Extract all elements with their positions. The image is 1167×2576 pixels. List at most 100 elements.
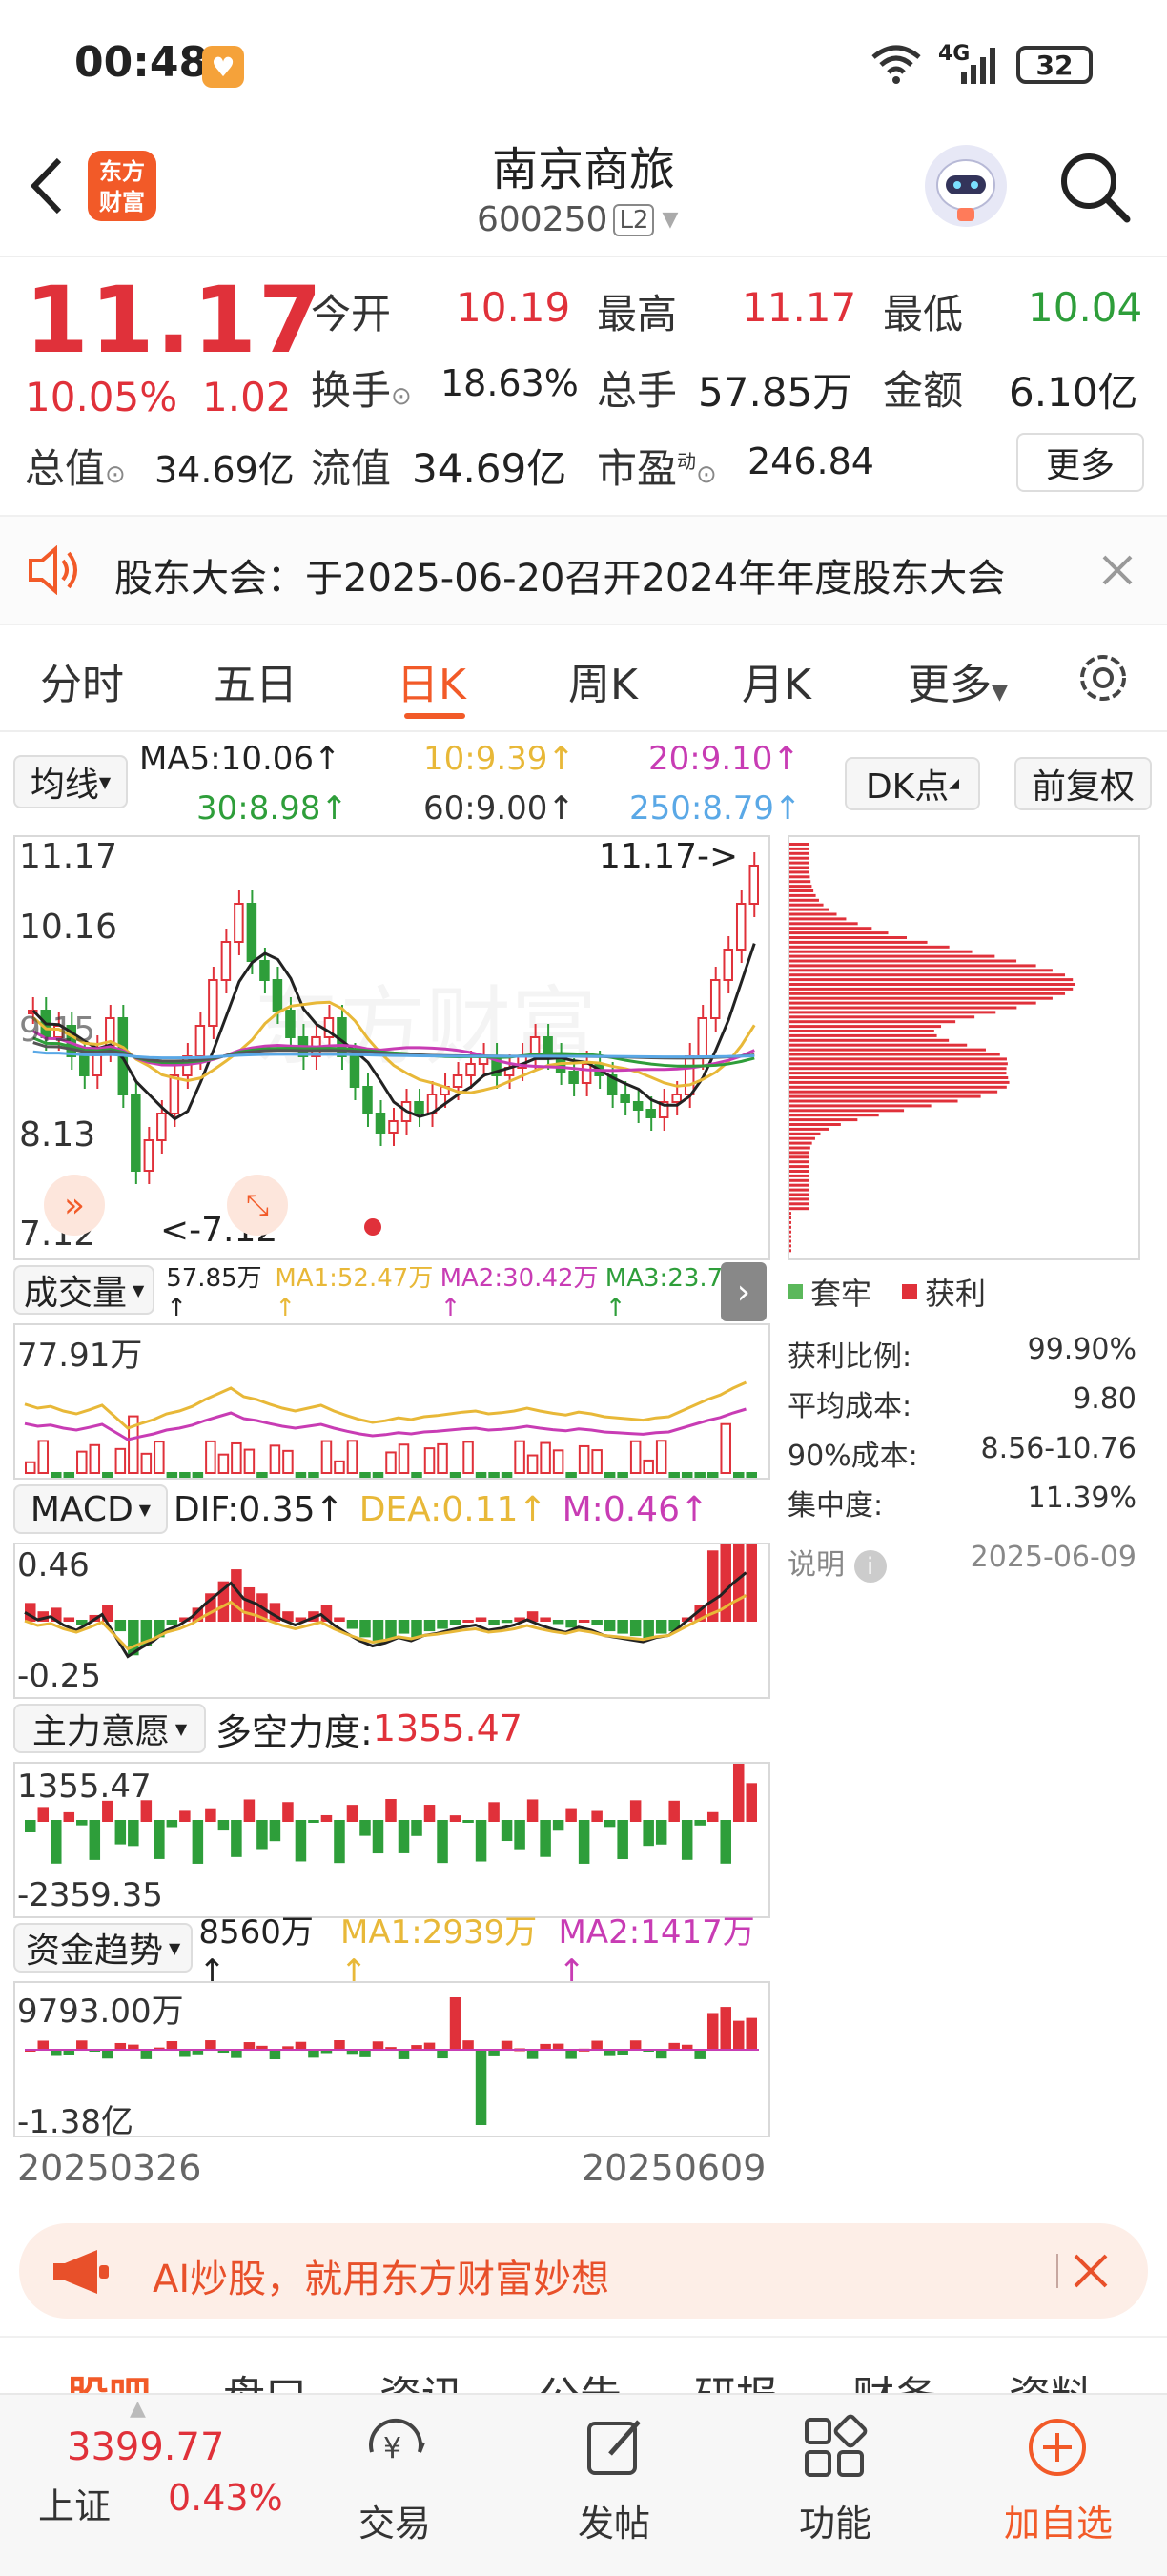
close-icon[interactable]: [1072, 2252, 1110, 2290]
indicator-bar: [166, 1620, 178, 1625]
fq-button[interactable]: 前复权: [1014, 757, 1152, 810]
robot-avatar-icon[interactable]: [925, 145, 1007, 227]
indicator-bar: [488, 1620, 500, 1625]
fullscreen-icon[interactable]: ⤡: [227, 1175, 288, 1236]
indicator-bar: [166, 1472, 178, 1478]
indicator-bar: [720, 1422, 731, 1474]
stock-code-line[interactable]: 600250 L2 ▼: [477, 200, 678, 239]
indicator-bar: [462, 1820, 474, 1823]
indicator-bar: [720, 1820, 731, 1864]
candle: [581, 1063, 592, 1084]
indicator-bar: [37, 1440, 50, 1474]
tab-zixun[interactable]: 资讯: [379, 2362, 463, 2395]
close-icon[interactable]: [1098, 551, 1136, 589]
indicator-bar: [205, 1440, 216, 1474]
caret-down-icon: ▼: [169, 1938, 181, 1957]
indicator-bar: [423, 1620, 436, 1632]
indicator-bar: [205, 1808, 216, 1822]
nav-post[interactable]: 发帖: [547, 2494, 681, 2546]
tab-wuri[interactable]: 五日: [214, 650, 297, 711]
event-dot[interactable]: [364, 1218, 381, 1236]
indicator-bar: [681, 1820, 693, 1860]
high-value: 11.17: [742, 284, 857, 331]
battery-level: 32: [1035, 49, 1074, 81]
chip-bar: [789, 978, 1074, 982]
chip-bar: [789, 1043, 968, 1047]
ma250-value: 250:8.79↑: [629, 789, 802, 828]
macd-select[interactable]: MACD ▼: [13, 1484, 168, 1534]
tab-pankou[interactable]: 盘口: [223, 2362, 307, 2395]
nav-add[interactable]: 加自选: [992, 2494, 1125, 2546]
indicator-bar: [746, 1783, 757, 1822]
tab-zhouk[interactable]: 周K: [568, 650, 638, 711]
indicator-bar: [114, 1447, 127, 1475]
change-value: 1.02: [202, 374, 292, 420]
indicator-bar: [411, 1820, 422, 1836]
tab-yuek[interactable]: 月K: [742, 650, 811, 711]
chip-bar: [789, 1072, 1007, 1075]
macd-m: M:0.46↑: [562, 1489, 709, 1529]
active-tab-indicator: [404, 713, 465, 719]
tab-yanbao[interactable]: 研报: [694, 2362, 778, 2395]
dk-button[interactable]: DK点 ◢: [845, 757, 980, 810]
tab-rik[interactable]: 日K: [397, 650, 466, 711]
indicator-bar: [140, 2049, 153, 2059]
chip-bar: [789, 1030, 934, 1032]
indicator-bar: [437, 2049, 448, 2059]
indicator-bar: [359, 1820, 371, 1836]
volume-select[interactable]: 成交量 ▼: [13, 1265, 155, 1315]
candle: [709, 979, 721, 1019]
ma-select[interactable]: 均线 ▼: [13, 755, 128, 808]
indicator-bar: [398, 1620, 410, 1634]
tab-gonggao[interactable]: 公告: [538, 2362, 622, 2395]
chip-note[interactable]: 说明 i: [788, 1541, 887, 1583]
search-icon[interactable]: [1056, 149, 1133, 225]
turnover-label: 换手⊙: [311, 358, 412, 417]
level-badge: L2: [613, 203, 655, 236]
chip-bar: [789, 1141, 812, 1145]
indicator-bar: [462, 1620, 474, 1623]
signal-icon: [959, 46, 1001, 84]
nav-trade[interactable]: 交易: [328, 2494, 461, 2546]
next-indicator-button[interactable]: ›: [721, 1262, 767, 1321]
fund-select[interactable]: 资金趋势 ▼: [13, 1923, 194, 1973]
open-value: 10.19: [456, 284, 571, 331]
chip-bar: [789, 1244, 791, 1248]
tab-more[interactable]: 更多▼: [908, 650, 1008, 711]
tab-fenshi[interactable]: 分时: [40, 650, 124, 711]
megaphone-icon: [50, 2248, 116, 2296]
chip-bar: [789, 847, 809, 850]
tab-ziliao[interactable]: 资料: [1009, 2362, 1093, 2395]
chip-bar: [789, 1146, 810, 1150]
chip-bar: [789, 875, 810, 879]
nav-func[interactable]: 功能: [768, 2494, 902, 2546]
indicator-bar: [437, 1820, 448, 1864]
kline-panel[interactable]: 东方财富 11.17 10.16 9.15 8.13 7.12 11.17-> …: [13, 835, 770, 1260]
chip-bar: [789, 898, 819, 902]
gear-icon[interactable]: [1074, 648, 1133, 707]
indicator-bar: [488, 1802, 500, 1822]
candle: [723, 949, 733, 981]
tab-caiwu[interactable]: 财务: [852, 2362, 936, 2395]
indicator-bar: [269, 1820, 281, 1842]
candle: [362, 1086, 373, 1114]
info-circle-icon: i: [853, 1550, 887, 1583]
indicator-bar: [437, 1620, 448, 1629]
expand-left-icon[interactable]: »: [44, 1175, 105, 1236]
fund-panel: 9793.00万 -1.38亿: [13, 1981, 770, 2141]
y-label-2: 10.16: [19, 908, 118, 947]
chip-bar: [789, 1114, 879, 1117]
ai-banner[interactable]: AI炒股，就用东方财富妙想: [19, 2223, 1148, 2319]
mainforce-select[interactable]: 主力意愿 ▼: [13, 1704, 206, 1753]
indicator-bar: [320, 1440, 333, 1474]
more-button[interactable]: 更多: [1016, 433, 1144, 492]
notice-bar[interactable]: 股东大会：于2025-06-20召开2024年年度股东大会: [0, 515, 1167, 625]
indicator-bar: [732, 2020, 745, 2052]
candle: [246, 903, 257, 962]
index-ticker[interactable]: ▲ 3399.77 上证 0.43%: [0, 2395, 305, 2576]
candle: [234, 903, 244, 943]
indicator-bar: [591, 1810, 603, 1822]
stat-value: 8.56-10.76: [980, 1432, 1136, 1465]
indicator-bar: [37, 1807, 50, 1822]
tab-guba[interactable]: 股吧: [67, 2362, 151, 2395]
